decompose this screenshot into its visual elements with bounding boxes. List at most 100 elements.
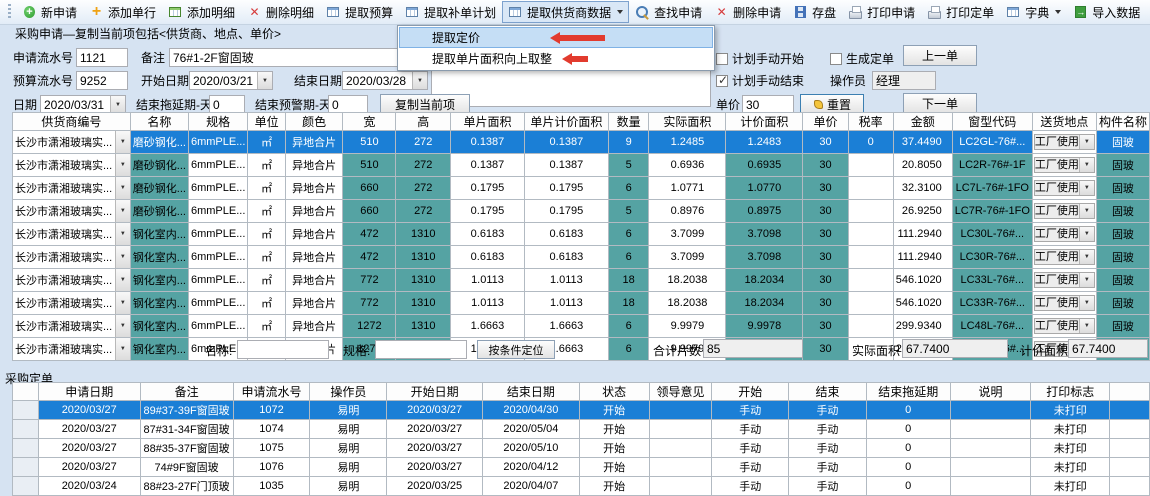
column-header[interactable]: 打印标志 xyxy=(1031,383,1110,401)
table-row[interactable]: 长沙市潇湘玻璃实...▼磨砂钢化...6mmPLE...㎡异地合片5102720… xyxy=(13,131,1150,154)
chevron-down-icon[interactable]: ▼ xyxy=(115,223,130,245)
column-header[interactable]: 构件名称 xyxy=(1096,113,1149,131)
column-header[interactable]: 实际面积 xyxy=(649,113,726,131)
chevron-down-icon[interactable]: ▼ xyxy=(1079,319,1094,333)
delivery-combo-cell[interactable]: 工厂使用▼ xyxy=(1032,200,1096,223)
row-header[interactable] xyxy=(13,420,39,439)
chevron-down-icon[interactable]: ▼ xyxy=(115,292,130,314)
next-order-button[interactable]: 下一单 xyxy=(903,93,977,114)
table-row[interactable]: 2020/03/2488#23-27F门顶玻1035易明2020/03/2520… xyxy=(13,477,1150,496)
chevron-down-icon[interactable]: ▼ xyxy=(1079,158,1094,172)
table-row[interactable]: 长沙市潇湘玻璃实...▼钢化室内...6mmPLE...㎡异地合片4721310… xyxy=(13,246,1150,269)
column-header[interactable]: 单价 xyxy=(803,113,848,131)
supplier-combo-cell[interactable]: 长沙市潇湘玻璃实...▼ xyxy=(13,177,131,200)
chevron-down-icon[interactable]: ▼ xyxy=(110,96,125,113)
column-header[interactable]: 宽 xyxy=(343,113,396,131)
chevron-down-icon[interactable] xyxy=(617,10,623,14)
column-header[interactable]: 高 xyxy=(396,113,451,131)
table-row[interactable]: 长沙市潇湘玻璃实...▼磨砂钢化...6mmPLE...㎡异地合片6602720… xyxy=(13,177,1150,200)
chevron-down-icon[interactable]: ▼ xyxy=(1079,227,1094,241)
row-header[interactable] xyxy=(13,401,39,420)
remark-input[interactable] xyxy=(169,48,411,67)
column-header[interactable]: 单片面积 xyxy=(451,113,525,131)
column-header[interactable]: 窗型代码 xyxy=(952,113,1032,131)
table-row[interactable]: 长沙市潇湘玻璃实...▼钢化室内...6mmPLE...㎡异地合片7721310… xyxy=(13,292,1150,315)
column-header[interactable]: 数量 xyxy=(608,113,649,131)
delivery-combo-cell[interactable]: 工厂使用▼ xyxy=(1032,246,1096,269)
table-row[interactable]: 长沙市潇湘玻璃实...▼钢化室内...6mmPLE...㎡异地合片7721310… xyxy=(13,269,1150,292)
supplier-combo-cell[interactable]: 长沙市潇湘玻璃实...▼ xyxy=(13,269,131,292)
table-row[interactable]: 2020/03/2787#31-34F窗固玻1074易明2020/03/2720… xyxy=(13,420,1150,439)
toolbar-button[interactable]: 打印定单 xyxy=(921,1,1000,23)
toolbar-button[interactable]: 提取预算 xyxy=(320,1,399,23)
supplier-combo-cell[interactable]: 长沙市潇湘玻璃实...▼ xyxy=(13,131,131,154)
supplier-combo-cell[interactable]: 长沙市潇湘玻璃实...▼ xyxy=(13,292,131,315)
column-header[interactable]: 结束拖延期 xyxy=(866,383,950,401)
toolbar-button[interactable]: 删除明细 xyxy=(241,1,320,23)
column-header[interactable]: 申请流水号 xyxy=(233,383,310,401)
toolbar-button[interactable]: 打印申请 xyxy=(842,1,921,23)
column-header[interactable]: 颜色 xyxy=(285,113,343,131)
column-header[interactable]: 计价面积 xyxy=(726,113,803,131)
column-header[interactable]: 名称 xyxy=(130,113,188,131)
filter-name-input[interactable] xyxy=(237,340,329,359)
column-header[interactable]: 供货商编号 xyxy=(13,113,131,131)
chevron-down-icon[interactable] xyxy=(1055,10,1061,14)
delivery-combo-cell[interactable]: 工厂使用▼ xyxy=(1032,177,1096,200)
supplier-combo-cell[interactable]: 长沙市潇湘玻璃实...▼ xyxy=(13,246,131,269)
column-header[interactable]: 金额 xyxy=(893,113,952,131)
row-header[interactable] xyxy=(13,477,39,496)
locate-button[interactable]: 按条件定位 xyxy=(477,340,555,359)
column-header[interactable]: 备注 xyxy=(140,383,233,401)
column-header[interactable]: 开始日期 xyxy=(387,383,483,401)
toolbar-button[interactable]: 导入数据 xyxy=(1067,1,1146,23)
toolbar-button[interactable]: 查找申请 xyxy=(629,1,708,23)
manual-end-checkbox[interactable] xyxy=(716,75,728,87)
manual-start-checkbox[interactable] xyxy=(716,53,728,65)
delivery-combo-cell[interactable]: 工厂使用▼ xyxy=(1032,269,1096,292)
column-header[interactable]: 单片计价面积 xyxy=(524,113,608,131)
chevron-down-icon[interactable]: ▼ xyxy=(1079,296,1094,310)
filter-spec-input[interactable] xyxy=(375,340,467,359)
column-header[interactable]: 申请日期 xyxy=(38,383,140,401)
column-header[interactable]: 单位 xyxy=(248,113,286,131)
table-row[interactable]: 长沙市潇湘玻璃实...▼磨砂钢化...6mmPLE...㎡异地合片5102720… xyxy=(13,154,1150,177)
chevron-down-icon[interactable]: ▼ xyxy=(412,72,427,89)
column-header[interactable]: 规格 xyxy=(188,113,247,131)
column-header[interactable]: 结束日期 xyxy=(483,383,580,401)
column-header[interactable]: 状态 xyxy=(579,383,649,401)
chevron-down-icon[interactable]: ▼ xyxy=(257,72,272,89)
delivery-combo-cell[interactable]: 工厂使用▼ xyxy=(1032,292,1096,315)
delivery-combo-cell[interactable]: 工厂使用▼ xyxy=(1032,154,1096,177)
column-header[interactable]: 说明 xyxy=(950,383,1031,401)
toolbar-button[interactable]: 提取供货商数据 xyxy=(502,1,629,23)
menu-item[interactable]: 提取定价 xyxy=(399,27,713,48)
column-header[interactable]: 操作员 xyxy=(310,383,387,401)
table-row[interactable]: 长沙市潇湘玻璃实...▼钢化室内...6mmPLE...㎡异地合片4721310… xyxy=(13,223,1150,246)
chevron-down-icon[interactable]: ▼ xyxy=(1079,204,1094,218)
toolbar-button[interactable]: 字典 xyxy=(1000,1,1067,23)
column-header[interactable]: 结束 xyxy=(789,383,867,401)
chevron-down-icon[interactable]: ▼ xyxy=(115,154,130,176)
start-date-select[interactable]: 2020/03/21▼ xyxy=(189,71,273,90)
toolbar-button[interactable]: 添加单行 xyxy=(83,1,162,23)
serial-input[interactable] xyxy=(76,48,128,67)
chevron-down-icon[interactable]: ▼ xyxy=(1079,250,1094,264)
toolbar-grip[interactable] xyxy=(8,4,11,20)
chevron-down-icon[interactable]: ▼ xyxy=(115,131,130,153)
toolbar-button[interactable]: 删除申请 xyxy=(708,1,787,23)
row-header[interactable] xyxy=(13,439,39,458)
row-header[interactable] xyxy=(13,458,39,477)
prev-order-button[interactable]: 上一单 xyxy=(903,45,977,66)
budget-serial-input[interactable] xyxy=(76,71,128,90)
delivery-combo-cell[interactable]: 工厂使用▼ xyxy=(1032,131,1096,154)
chevron-down-icon[interactable]: ▼ xyxy=(115,246,130,268)
operator-input[interactable] xyxy=(872,71,936,90)
toolbar-button[interactable]: 提取补单计划 xyxy=(399,1,502,23)
chevron-down-icon[interactable]: ▼ xyxy=(115,200,130,222)
table-row[interactable]: 2020/03/2774#9F窗固玻1076易明2020/03/272020/0… xyxy=(13,458,1150,477)
end-date-select[interactable]: 2020/03/28▼ xyxy=(342,71,428,90)
toolbar-button[interactable]: 存盘 xyxy=(787,1,842,23)
supplier-combo-cell[interactable]: 长沙市潇湘玻璃实...▼ xyxy=(13,223,131,246)
column-header[interactable]: 税率 xyxy=(848,113,893,131)
